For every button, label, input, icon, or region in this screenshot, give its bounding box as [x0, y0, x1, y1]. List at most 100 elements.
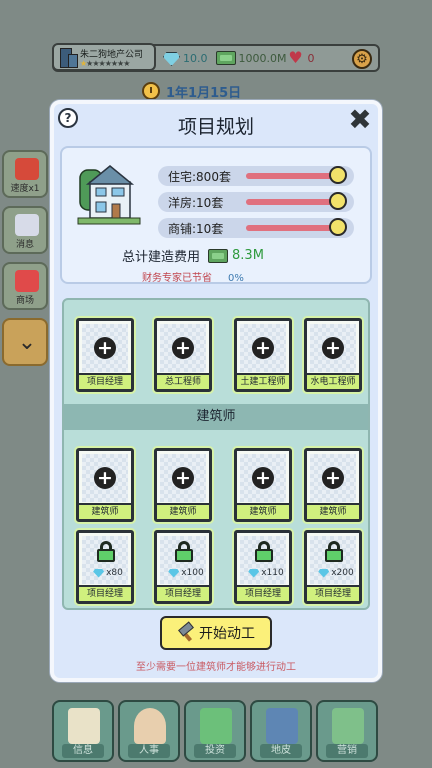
- house-illustration: [77, 165, 141, 225]
- slot-architect[interactable]: + 建筑师: [154, 448, 212, 522]
- slider-residential-label: 住宅:800套: [168, 170, 231, 184]
- nav-land-label: 地皮: [260, 744, 302, 758]
- lock-icon: [325, 541, 343, 562]
- date-text: 1年1月15日: [166, 85, 242, 101]
- nav-invest[interactable]: 投资: [184, 700, 246, 762]
- total-cost-value: 8.3M: [232, 248, 264, 263]
- slot-locked[interactable]: x110 项目经理: [234, 530, 292, 604]
- slider-residential[interactable]: 住宅:800套: [158, 166, 354, 186]
- nav-marketing[interactable]: 营销: [316, 700, 378, 762]
- unlock-cost: x110: [244, 568, 288, 578]
- slot-background: x200: [310, 536, 356, 584]
- lock-icon: [175, 541, 193, 562]
- slot-background: x110: [240, 536, 286, 584]
- expand-button[interactable]: ⌄: [2, 318, 48, 366]
- nav-info-label: 信息: [62, 744, 104, 758]
- cash-icon: [208, 248, 229, 263]
- slot-civil-engineer[interactable]: + 土建工程师: [234, 318, 292, 392]
- company-card[interactable]: 朱二狗地产公司 ★★★★★★★★: [52, 43, 156, 71]
- clipboard-icon: [68, 708, 100, 744]
- speed-button[interactable]: 速度x1: [2, 150, 48, 198]
- project-planning-dialog: ? 项目规划 ✖ 住宅:800套 洋房:10套 商铺:10套 总计建造费用 8.…: [50, 100, 382, 682]
- unlock-cost: x80: [86, 568, 130, 578]
- slot-architect[interactable]: + 建筑师: [76, 448, 134, 522]
- nav-land[interactable]: 地皮: [250, 700, 312, 762]
- slot-background: +: [240, 454, 286, 502]
- star-icon: ★★★★★★★: [86, 59, 130, 68]
- slot-background: +: [160, 454, 206, 502]
- store-icon: [15, 270, 39, 292]
- cash-counter[interactable]: 1000.0M: [215, 51, 287, 65]
- slot-background: +: [160, 324, 206, 372]
- shopping-bag-icon: [332, 708, 364, 744]
- slot-label: 建筑师: [79, 503, 131, 519]
- store-button[interactable]: 商场: [2, 262, 48, 310]
- slot-chief-engineer[interactable]: + 总工程师: [154, 318, 212, 392]
- gem-icon: [162, 50, 180, 66]
- gem-icon: [93, 568, 105, 578]
- truck-icon: [15, 158, 39, 180]
- slot-label: 项目经理: [79, 373, 131, 389]
- unlock-cost: x100: [164, 568, 208, 578]
- slider-track[interactable]: [246, 192, 347, 210]
- slider-track[interactable]: [246, 166, 347, 184]
- slot-locked[interactable]: x100 项目经理: [154, 530, 212, 604]
- finance-saving-label: 财务专家已节省: [142, 273, 212, 284]
- slider-knob[interactable]: [329, 166, 347, 184]
- total-cost: 总计建造费用 8.3M: [122, 246, 264, 265]
- gem-icon: [168, 568, 180, 578]
- dialog-title: 项目规划: [177, 116, 254, 138]
- slider-villa[interactable]: 洋房:10套: [158, 192, 354, 212]
- company-building-icon: [58, 46, 78, 68]
- gem-icon: [248, 568, 260, 578]
- plus-icon: +: [252, 467, 274, 489]
- nav-info[interactable]: 信息: [52, 700, 114, 762]
- message-label: 消息: [15, 240, 34, 250]
- gear-icon[interactable]: ⚙: [352, 49, 372, 69]
- game-date: 1年1月15日: [142, 80, 241, 102]
- company-rating-stars: ★★★★★★★★: [80, 59, 130, 68]
- slot-label: 水电工程师: [307, 373, 359, 389]
- nav-invest-label: 投资: [194, 744, 236, 758]
- slider-shops[interactable]: 商铺:10套: [158, 218, 354, 238]
- slot-mep-engineer[interactable]: + 水电工程师: [304, 318, 362, 392]
- message-icon: [15, 214, 39, 236]
- lock-icon: [255, 541, 273, 562]
- hammer-icon: [177, 624, 195, 642]
- heart-icon: ♥: [288, 48, 303, 67]
- slot-project-manager[interactable]: + 项目经理: [76, 318, 134, 392]
- close-icon[interactable]: ✖: [346, 106, 374, 134]
- start-construction-button[interactable]: 开始动工: [160, 616, 272, 650]
- cash-value: 1000.0M: [238, 51, 287, 65]
- slot-locked[interactable]: x80 项目经理: [76, 530, 134, 604]
- gem-value: 10.0: [183, 51, 208, 65]
- gem-icon: [318, 568, 330, 578]
- unlock-cost: x200: [314, 568, 358, 578]
- slot-architect[interactable]: + 建筑师: [234, 448, 292, 522]
- slot-background: +: [310, 324, 356, 372]
- heart-counter[interactable]: ♥ 0: [286, 50, 314, 66]
- plus-icon: +: [172, 337, 194, 359]
- slider-knob[interactable]: [329, 218, 347, 236]
- total-cost-label: 总计建造费用: [122, 250, 201, 265]
- requirement-hint: 至少需要一位建筑师才能够进行动工: [136, 662, 296, 673]
- start-construction-label: 开始动工: [199, 626, 255, 642]
- slot-label: 建筑师: [157, 503, 209, 519]
- slider-villa-label: 洋房:10套: [168, 196, 224, 210]
- unlock-cost-value: x200: [331, 568, 354, 578]
- plus-icon: +: [94, 337, 116, 359]
- slot-architect[interactable]: + 建筑师: [304, 448, 362, 522]
- slot-background: x100: [160, 536, 206, 584]
- building-icon: [266, 708, 298, 744]
- team-panel: + 项目经理 + 总工程师 + 土建工程师 + 水电工程师 建筑师 + 建筑师 …: [62, 298, 370, 610]
- gem-counter[interactable]: 10.0: [162, 50, 208, 66]
- slot-locked[interactable]: x200 项目经理: [304, 530, 362, 604]
- store-label: 商场: [15, 296, 34, 306]
- nav-personnel[interactable]: 人事: [118, 700, 180, 762]
- plus-icon: +: [172, 467, 194, 489]
- message-button[interactable]: 消息: [2, 206, 48, 254]
- slot-background: +: [310, 454, 356, 502]
- slider-track[interactable]: [246, 218, 347, 236]
- slider-knob[interactable]: [329, 192, 347, 210]
- slider-shops-label: 商铺:10套: [168, 222, 224, 236]
